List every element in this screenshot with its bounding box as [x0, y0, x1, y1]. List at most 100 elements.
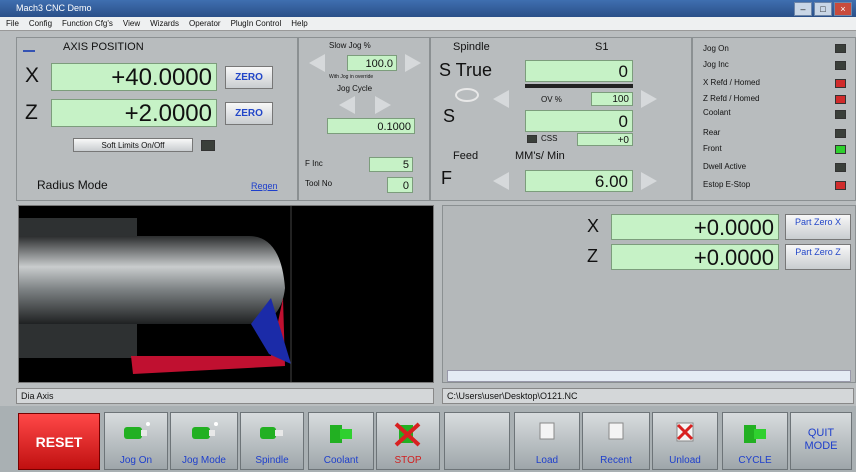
- css-label: CSS: [541, 134, 558, 143]
- jog-cycle-up-button[interactable]: [375, 96, 391, 114]
- led-label-coolant: Coolant: [703, 108, 731, 117]
- jog-mode-icon: [192, 422, 218, 439]
- reset-button[interactable]: RESET: [18, 413, 100, 470]
- feed-units-label: MM's/ Min: [515, 150, 565, 162]
- maximize-icon[interactable]: □: [814, 2, 832, 16]
- window-controls: – □ ×: [794, 2, 852, 16]
- css-led: [527, 135, 537, 143]
- toolpath-display[interactable]: [18, 205, 434, 383]
- slow-jog-up-button[interactable]: [405, 54, 421, 72]
- stop-button[interactable]: STOP: [376, 412, 440, 470]
- minimize-icon[interactable]: –: [794, 2, 812, 16]
- part-zero-panel: X +0.0000 Part Zero X Z +0.0000 Part Zer…: [442, 205, 856, 383]
- file-path-display: C:\Users\user\Desktop\O121.NC: [442, 388, 854, 404]
- s-dro[interactable]: 0: [525, 110, 633, 132]
- led-label-jog-inc: Jog Inc: [703, 60, 729, 69]
- spindle-title: Spindle: [453, 41, 490, 53]
- spindle-panel: Spindle S1 S True 0 OV % 100 S 0 CSS +0 …: [430, 37, 692, 201]
- unload-button[interactable]: Unload: [652, 412, 718, 470]
- feed-override-up-button[interactable]: [641, 172, 657, 190]
- x-axis-label: X: [25, 64, 40, 87]
- coolant-button[interactable]: Coolant: [308, 412, 374, 470]
- jog-cycle-dro[interactable]: 0.1000: [327, 118, 415, 134]
- zero-z-button[interactable]: ZERO: [225, 102, 273, 125]
- menu-config[interactable]: Config: [29, 17, 52, 30]
- led-label-estop: Estop E-Stop: [703, 180, 751, 189]
- cycle-button[interactable]: CYCLE: [722, 412, 788, 470]
- part-zero-x-button[interactable]: Part Zero X: [785, 214, 851, 240]
- jog-mode-button[interactable]: Jog Mode: [170, 412, 238, 470]
- spindle-button[interactable]: Spindle: [240, 412, 304, 470]
- status-bar-left: Dia Axis: [16, 388, 434, 404]
- jog-on-icon: [124, 422, 150, 439]
- menu-operator[interactable]: Operator: [189, 17, 221, 30]
- feed-label: Feed: [453, 150, 479, 162]
- s-true-dro[interactable]: 0: [525, 60, 633, 82]
- load-icon: [539, 422, 555, 440]
- f-inc-dro[interactable]: 5: [369, 157, 413, 172]
- css-dro[interactable]: +0: [577, 133, 633, 146]
- spindle-channel: S1: [595, 41, 609, 53]
- unload-label: Unload: [669, 455, 701, 466]
- led-label-front: Front: [703, 144, 722, 153]
- recent-button[interactable]: Recent: [582, 412, 650, 470]
- menu-wizards[interactable]: Wizards: [150, 17, 179, 30]
- spindle-icon: [260, 427, 283, 439]
- ov-label: OV %: [541, 95, 562, 104]
- estop-led: [835, 181, 846, 190]
- tool-no-dro[interactable]: 0: [387, 177, 413, 193]
- dwell-led: [835, 163, 846, 172]
- feed-override-down-button[interactable]: [493, 172, 509, 190]
- part-z-dro[interactable]: +0.0000: [611, 244, 779, 270]
- s-true-label: S True: [439, 60, 493, 80]
- coolant-label: Coolant: [323, 455, 359, 466]
- spindle-load-bar: [525, 84, 633, 88]
- s-label: S: [443, 106, 456, 126]
- slow-jog-down-button[interactable]: [309, 54, 325, 72]
- recent-label: Recent: [600, 455, 632, 466]
- coolant-led: [835, 110, 846, 119]
- jog-panel: Slow Jog % 100.0 With Jog in override Jo…: [298, 37, 430, 201]
- led-label-rear: Rear: [703, 128, 721, 137]
- menu-file[interactable]: File: [6, 17, 19, 30]
- load-label: Load: [535, 455, 559, 466]
- zero-x-button[interactable]: ZERO: [225, 66, 273, 89]
- x-homed-led: [835, 79, 846, 88]
- unload-icon: [676, 422, 694, 442]
- regen-button[interactable]: Regen: [251, 181, 278, 191]
- spindle-label: Spindle: [255, 455, 289, 466]
- rear-led: [835, 129, 846, 138]
- menu-plugin-control[interactable]: PlugIn Control: [231, 17, 282, 30]
- z-axis-dro[interactable]: +2.0000: [51, 99, 217, 127]
- jog-on-led: [835, 44, 846, 53]
- f-label: F: [441, 168, 452, 188]
- front-led: [835, 145, 846, 154]
- x-axis-dro[interactable]: +40.0000: [51, 63, 217, 91]
- jog-on-button[interactable]: Jog On: [104, 412, 168, 470]
- empty-toolbar-slot: [444, 412, 510, 470]
- stop-label: STOP: [394, 455, 422, 466]
- part-zero-z-button[interactable]: Part Zero Z: [785, 244, 851, 270]
- load-button[interactable]: Load: [514, 412, 580, 470]
- soft-limits-button[interactable]: Soft Limits On/Off: [73, 138, 193, 152]
- stock-shape: [19, 236, 285, 324]
- jog-cycle-down-button[interactable]: [339, 96, 355, 114]
- led-label-x-homed: X Refd / Homed: [703, 78, 760, 87]
- spindle-override-up-button[interactable]: [641, 90, 657, 108]
- quit-mode-button[interactable]: QUIT MODE: [790, 412, 852, 470]
- jog-inc-led: [835, 61, 846, 70]
- stop-icon: [394, 422, 421, 447]
- led-label-dwell: Dwell Active: [703, 162, 747, 171]
- slow-jog-dro[interactable]: 100.0: [347, 55, 397, 71]
- feed-rate-dro[interactable]: 6.00: [525, 170, 633, 192]
- menu-function-cfgs[interactable]: Function Cfg's: [62, 17, 113, 30]
- radius-mode-label: Radius Mode: [37, 178, 108, 192]
- close-icon[interactable]: ×: [834, 2, 852, 16]
- menu-help[interactable]: Help: [291, 17, 307, 30]
- menu-view[interactable]: View: [123, 17, 140, 30]
- spindle-override-dro[interactable]: 100: [591, 92, 633, 106]
- spindle-override-down-button[interactable]: [493, 90, 509, 108]
- z-homed-led: [835, 95, 846, 104]
- part-x-dro[interactable]: +0.0000: [611, 214, 779, 240]
- menu-bar: File Config Function Cfg's View Wizards …: [0, 17, 856, 31]
